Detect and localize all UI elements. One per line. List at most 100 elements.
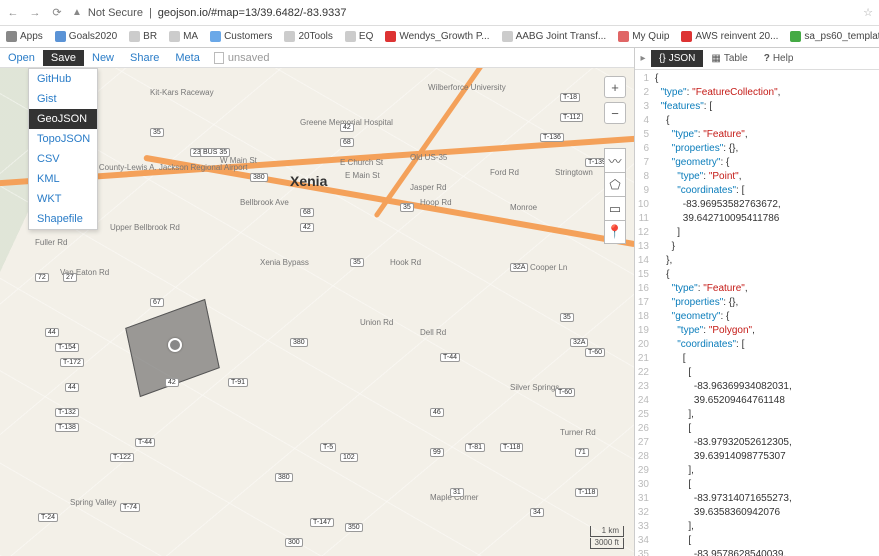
code-line[interactable]: 13 } — [635, 240, 879, 254]
bookmark-item[interactable]: 20Tools — [284, 31, 332, 42]
zoom-out-button[interactable]: − — [604, 102, 626, 124]
route-shield: 35 — [400, 203, 414, 212]
bookmark-item[interactable]: Wendys_Growth P... — [385, 31, 489, 42]
menu-open[interactable]: Open — [0, 50, 43, 66]
reload-icon[interactable]: ⟳ — [50, 6, 64, 19]
code-line[interactable]: 14 }, — [635, 254, 879, 268]
route-shield: 44 — [65, 383, 79, 392]
map-place-label: Ford Rd — [490, 168, 519, 177]
draw-marker-button[interactable]: 📍 — [604, 220, 626, 244]
draw-polygon-button[interactable]: ⬠ — [604, 172, 626, 196]
forward-icon[interactable]: → — [28, 7, 42, 19]
map-scale: 1 km 3000 ft — [590, 526, 624, 550]
back-icon[interactable]: ← — [6, 7, 20, 19]
bookmark-item[interactable]: MA — [169, 31, 198, 42]
code-line[interactable]: 23 -83.96369934082031, — [635, 380, 879, 394]
code-line[interactable]: 25 ], — [635, 408, 879, 422]
code-line[interactable]: 35 -83.9578628540039, — [635, 548, 879, 556]
app-menu-bar: Open Save New Share Meta unsaved — [0, 48, 634, 68]
save-dropdown[interactable]: GitHubGistGeoJSONTopoJSONCSVKMLWKTShapef… — [28, 68, 98, 230]
code-line[interactable]: 20 "coordinates": [ — [635, 338, 879, 352]
bookmark-star-icon[interactable]: ☆ — [863, 6, 873, 19]
save-option[interactable]: GitHub — [29, 69, 97, 89]
code-line[interactable]: 10 -83.96953582763672, — [635, 198, 879, 212]
code-line[interactable]: 19 "type": "Polygon", — [635, 324, 879, 338]
route-shield: 34 — [530, 508, 544, 517]
code-line[interactable]: 32 39.6358360942076 — [635, 506, 879, 520]
code-line[interactable]: 21 [ — [635, 352, 879, 366]
menu-new[interactable]: New — [84, 50, 122, 66]
save-option[interactable]: TopoJSON — [29, 129, 97, 149]
code-line[interactable]: 12 ] — [635, 226, 879, 240]
save-option[interactable]: CSV — [29, 149, 97, 169]
route-shield: T-154 — [55, 343, 79, 352]
code-line[interactable]: 29 ], — [635, 464, 879, 478]
code-line[interactable]: 11 39.642710095411786 — [635, 212, 879, 226]
code-line[interactable]: 18 "geometry": { — [635, 310, 879, 324]
save-option[interactable]: KML — [29, 169, 97, 189]
code-line[interactable]: 26 [ — [635, 422, 879, 436]
bookmark-item[interactable]: Customers — [210, 31, 272, 42]
code-tabs: ▸ {}JSON ▦Table ?Help — [635, 48, 879, 70]
code-line[interactable]: 15 { — [635, 268, 879, 282]
route-shield: 42 — [300, 223, 314, 232]
code-line[interactable]: 33 ], — [635, 520, 879, 534]
code-line[interactable]: 3 "features": [ — [635, 100, 879, 114]
save-option[interactable]: Gist — [29, 89, 97, 109]
bookmark-item[interactable]: EQ — [345, 31, 373, 42]
bookmark-item[interactable]: My Quip — [618, 31, 669, 42]
code-line[interactable]: 16 "type": "Feature", — [635, 282, 879, 296]
code-line[interactable]: 17 "properties": {}, — [635, 296, 879, 310]
bookmark-item[interactable]: AABG Joint Transf... — [502, 31, 607, 42]
save-option[interactable]: Shapefile — [29, 209, 97, 229]
menu-save[interactable]: Save — [43, 50, 84, 66]
menu-share[interactable]: Share — [122, 50, 167, 66]
tab-table[interactable]: ▦Table — [703, 50, 755, 67]
collapse-arrow-icon[interactable]: ▸ — [635, 53, 651, 64]
code-line[interactable]: 7 "geometry": { — [635, 156, 879, 170]
bookmark-item[interactable]: sa_ps60_template... — [790, 31, 879, 42]
map-place-label: Hook Rd — [390, 258, 421, 267]
code-line[interactable]: 30 [ — [635, 478, 879, 492]
zoom-in-button[interactable]: + — [604, 76, 626, 98]
code-line[interactable]: 8 "type": "Point", — [635, 170, 879, 184]
bookmark-item[interactable]: Apps — [6, 31, 43, 42]
route-shield: 35 — [150, 128, 164, 137]
tab-json[interactable]: {}JSON — [651, 50, 703, 67]
route-shield: T-118 — [575, 488, 598, 497]
code-line[interactable]: 4 { — [635, 114, 879, 128]
bookmark-item[interactable]: AWS reinvent 20... — [681, 31, 778, 42]
address-bar[interactable]: ▲ Not Secure | geojson.io/#map=13/39.648… — [72, 7, 855, 19]
bookmark-item[interactable]: Goals2020 — [55, 31, 117, 42]
tab-help[interactable]: ?Help — [756, 50, 802, 67]
code-line[interactable]: 2 "type": "FeatureCollection", — [635, 86, 879, 100]
favicon-icon — [385, 31, 396, 42]
route-shield: T-147 — [310, 518, 334, 527]
code-editor[interactable]: 1{2 "type": "FeatureCollection",3 "featu… — [635, 70, 879, 556]
route-shield: T-91 — [228, 378, 248, 387]
code-line[interactable]: 31 -83.97314071655273, — [635, 492, 879, 506]
code-line[interactable]: 27 -83.97932052612305, — [635, 436, 879, 450]
drawn-point-marker[interactable] — [168, 338, 182, 352]
map-place-label: Old US-35 — [410, 153, 447, 162]
draw-line-button[interactable]: 〰 — [604, 148, 626, 172]
route-shield: T-132 — [55, 408, 79, 417]
code-line[interactable]: 24 39.65209464761148 — [635, 394, 879, 408]
code-line[interactable]: 6 "properties": {}, — [635, 142, 879, 156]
save-option[interactable]: WKT — [29, 189, 97, 209]
map-place-label: Stringtown — [555, 168, 593, 177]
favicon-icon — [169, 31, 180, 42]
draw-rectangle-button[interactable]: ▭ — [604, 196, 626, 220]
save-option[interactable]: GeoJSON — [29, 109, 97, 129]
code-line[interactable]: 9 "coordinates": [ — [635, 184, 879, 198]
table-icon: ▦ — [711, 53, 720, 64]
code-line[interactable]: 5 "type": "Feature", — [635, 128, 879, 142]
route-shield: 27 — [63, 273, 77, 282]
menu-meta[interactable]: Meta — [167, 50, 207, 66]
code-line[interactable]: 34 [ — [635, 534, 879, 548]
code-line[interactable]: 22 [ — [635, 366, 879, 380]
map-pane[interactable]: Open Save New Share Meta unsaved GitHubG… — [0, 48, 634, 556]
bookmark-item[interactable]: BR — [129, 31, 157, 42]
code-line[interactable]: 28 39.63914098775307 — [635, 450, 879, 464]
code-line[interactable]: 1{ — [635, 72, 879, 86]
